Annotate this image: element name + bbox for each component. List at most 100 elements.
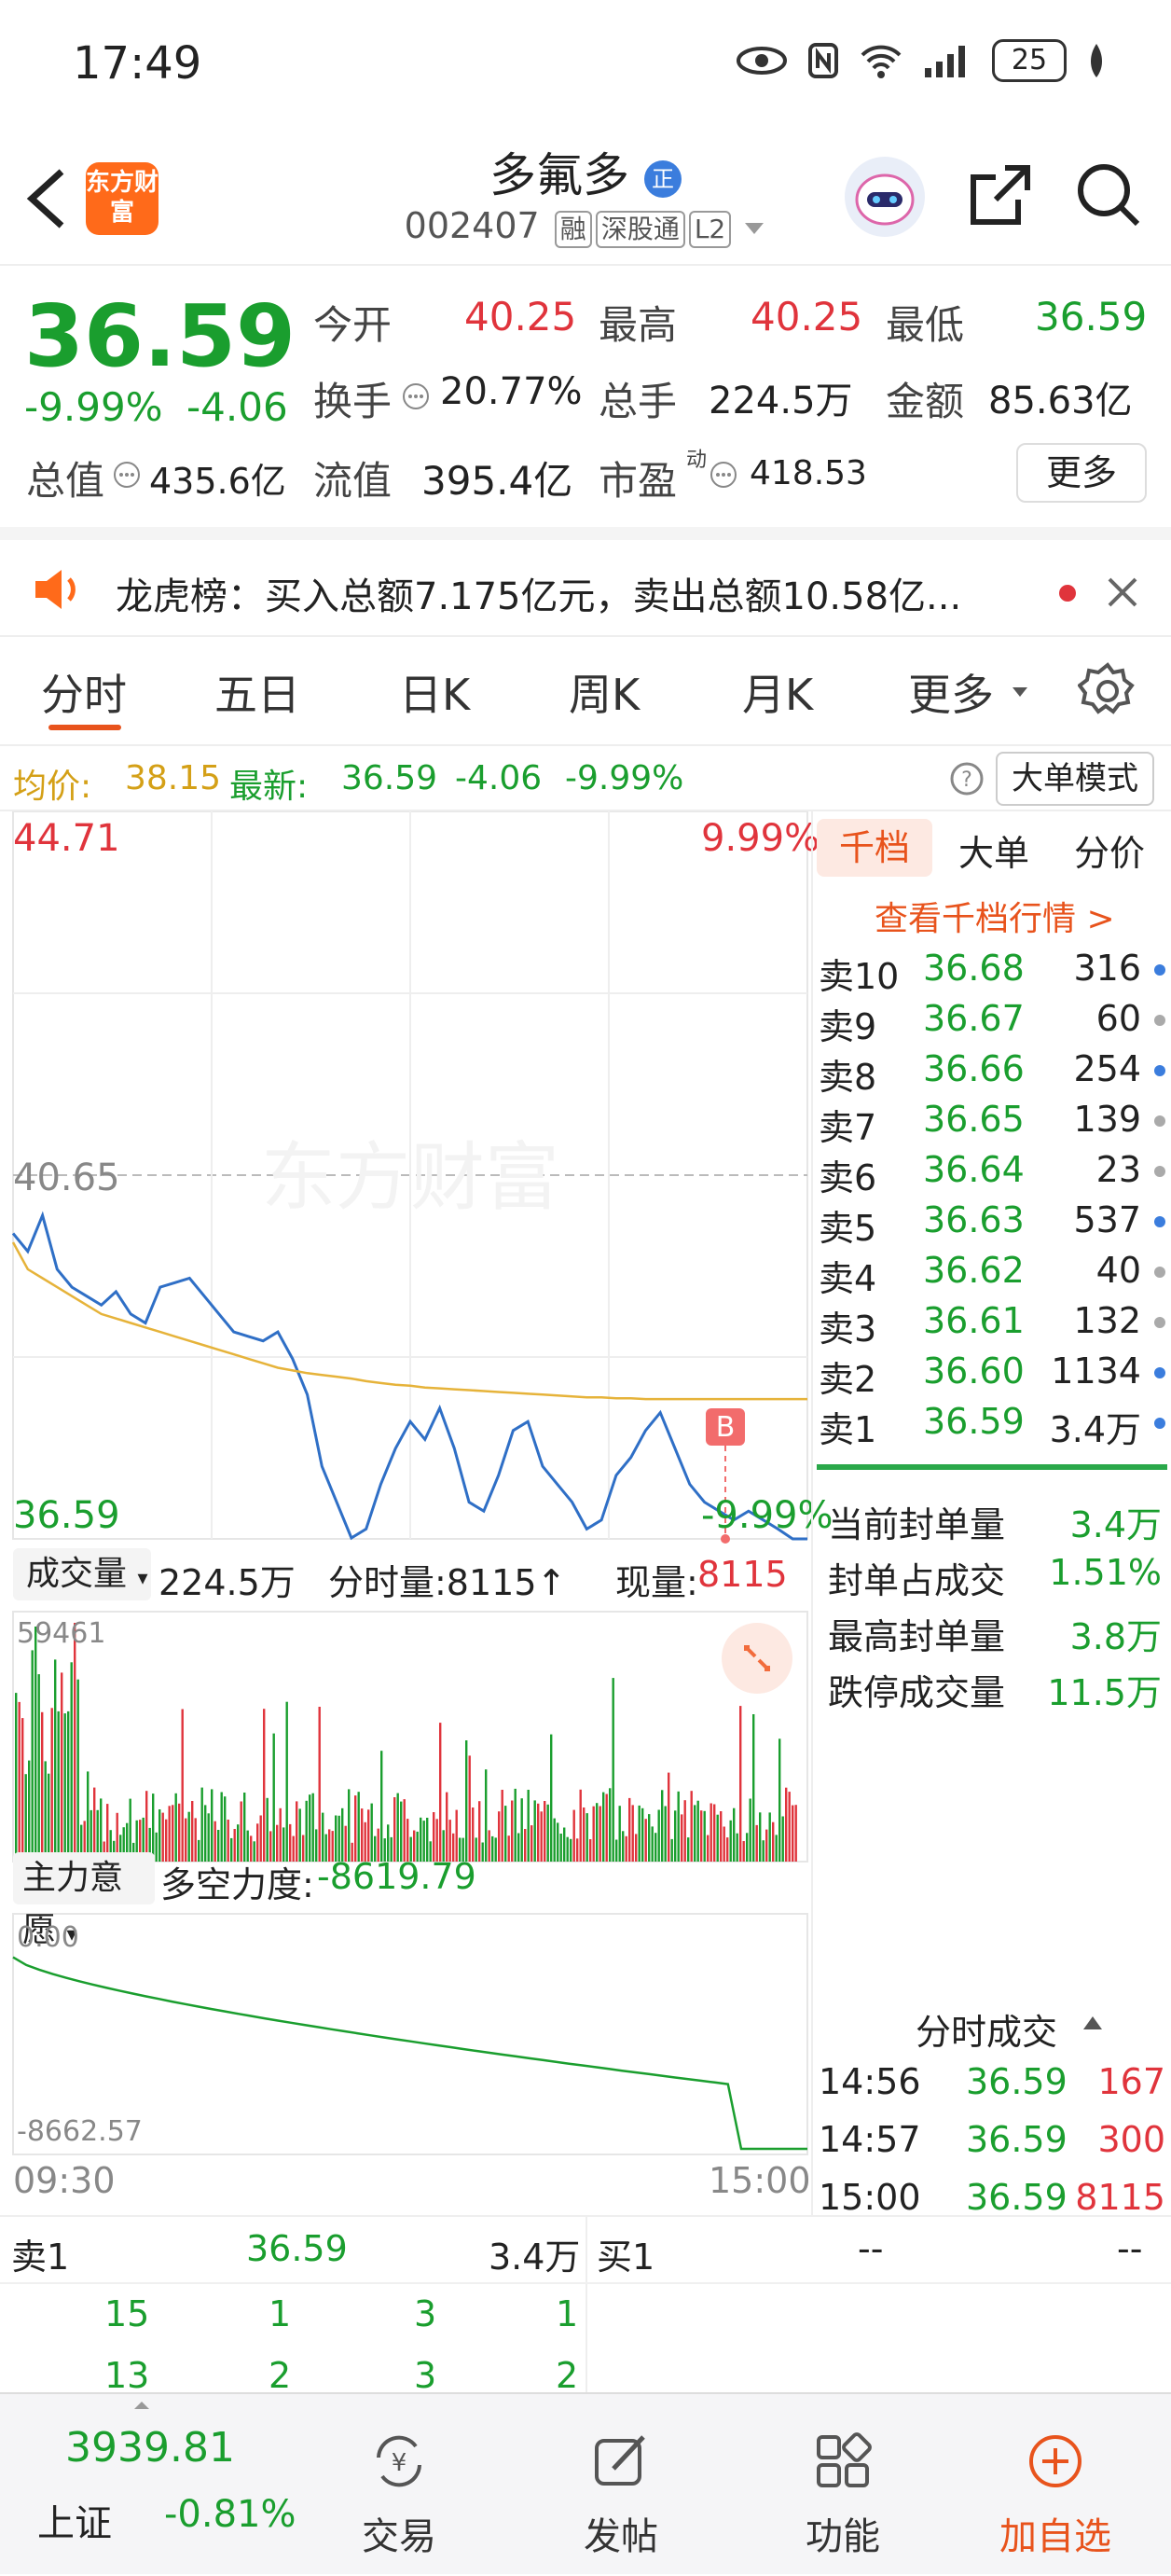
- volume-bar: [31, 1650, 34, 1862]
- ask-row[interactable]: 卖3 36.61 132: [819, 1300, 1165, 1350]
- tab-monthly-k[interactable]: 月K: [742, 661, 813, 723]
- view-levels-link[interactable]: 查看千档行情 >: [875, 892, 1115, 940]
- ask-volume: 23: [1095, 1149, 1141, 1190]
- nav-trade[interactable]: ¥ 交易: [306, 2394, 492, 2576]
- volume-bar: [152, 1794, 155, 1862]
- tick-volume: 8115: [1075, 2177, 1165, 2218]
- volume-bar: [200, 1787, 203, 1862]
- svg-text:?: ?: [961, 769, 972, 792]
- volume-bar: [34, 1627, 37, 1862]
- tab-five-day[interactable]: 五日: [214, 661, 300, 723]
- volume-bar: [566, 1836, 569, 1862]
- ask-row[interactable]: 卖2 36.60 1134: [819, 1350, 1165, 1401]
- tab-daily-k[interactable]: 日K: [399, 661, 470, 723]
- indicator-select[interactable]: 主力意愿 ▾: [13, 1852, 155, 1949]
- ask-price: 36.63: [923, 1199, 1025, 1240]
- volume-bar: [677, 1791, 680, 1862]
- mktcap-label: 总值: [26, 458, 105, 504]
- volume-bar: [537, 1803, 540, 1862]
- volume-bar: [57, 1710, 60, 1862]
- volume-bars: [15, 1623, 797, 1862]
- ask-row[interactable]: 卖1 36.59 3.4万: [819, 1401, 1165, 1451]
- seal-stat-row: 跌停成交量 11.5万: [819, 1664, 1165, 1714]
- info-icon[interactable]: [709, 460, 738, 490]
- tab-price-dist[interactable]: 分价: [1074, 824, 1145, 876]
- trade-icon: ¥: [377, 2435, 421, 2487]
- tick-time: 14:57: [819, 2119, 921, 2160]
- volume-now-label: 现量:: [615, 1562, 698, 1603]
- expand-button[interactable]: [722, 1623, 792, 1694]
- volume-bar: [605, 1794, 608, 1862]
- tab-big-order[interactable]: 大单: [958, 824, 1029, 876]
- volume-indicator-select[interactable]: 成交量 ▾: [13, 1548, 151, 1600]
- chevron-down-icon[interactable]: [742, 220, 766, 237]
- volume-bar: [759, 1812, 762, 1862]
- share-icon[interactable]: [968, 162, 1033, 228]
- volume-bar: [723, 1826, 725, 1862]
- volume-bar: [635, 1834, 638, 1862]
- volume-bar: [243, 1793, 246, 1862]
- search-icon[interactable]: [1074, 160, 1141, 228]
- volume-bar: [589, 1839, 592, 1862]
- volume-bar: [485, 1769, 488, 1862]
- tab-weekly-k[interactable]: 周K: [569, 661, 640, 723]
- y-bottom-price: 36.59: [13, 1494, 120, 1537]
- turnover-value: 20.77%: [440, 370, 583, 413]
- nav-post[interactable]: 发帖: [528, 2394, 714, 2576]
- big-order-mode-button[interactable]: 大单模式: [996, 752, 1154, 806]
- info-icon[interactable]: [401, 381, 431, 411]
- ask-row[interactable]: 卖5 36.63 537: [819, 1199, 1165, 1250]
- limit-down-bar: [817, 1464, 1167, 1470]
- assistant-avatar[interactable]: [845, 157, 925, 237]
- index-ticker[interactable]: 3939.81 上证 -0.81%: [0, 2394, 298, 2576]
- nav-add-watchlist[interactable]: 加自选: [962, 2394, 1149, 2576]
- tab-intraday[interactable]: 分时: [41, 661, 127, 723]
- volume-bar: [393, 1797, 396, 1862]
- ask-row[interactable]: 卖4 36.62 40: [819, 1250, 1165, 1300]
- nav-functions[interactable]: 功能: [750, 2394, 936, 2576]
- volume-bar: [785, 1787, 788, 1862]
- gear-icon[interactable]: [1078, 661, 1137, 721]
- volume-bar: [530, 1825, 533, 1862]
- volume-bar: [641, 1807, 644, 1862]
- ask-row[interactable]: 卖9 36.67 60: [819, 998, 1165, 1048]
- ask-level: 卖6: [819, 1157, 877, 1198]
- volume-bar: [318, 1707, 321, 1862]
- volume-label: 成交量: [26, 1555, 128, 1593]
- caret-up-icon[interactable]: [1081, 2015, 1104, 2031]
- ask-price: 36.62: [923, 1250, 1025, 1291]
- ask-volume: 316: [1073, 948, 1141, 989]
- dragon-tiger-notice[interactable]: 龙虎榜：买入总额7.175亿元，卖出总额10.58亿...: [0, 527, 1171, 637]
- info-icon[interactable]: [112, 460, 142, 490]
- latest-pct: -9.99%: [565, 759, 684, 797]
- close-icon[interactable]: [1106, 575, 1139, 609]
- nav-functions-label: 功能: [806, 2515, 880, 2558]
- status-time: 17:49: [73, 37, 202, 90]
- volume-bar: [194, 1818, 197, 1862]
- help-icon[interactable]: ?: [949, 761, 985, 796]
- ask-price: 36.64: [923, 1149, 1025, 1190]
- chart-canvas[interactable]: 东方财富 B: [0, 811, 811, 2215]
- tab-thousand-level[interactable]: 千档: [817, 819, 932, 877]
- volume-bar: [742, 1841, 745, 1862]
- ask-row[interactable]: 卖8 36.66 254: [819, 1048, 1165, 1099]
- chevron-down-icon[interactable]: [1011, 686, 1029, 699]
- volume-bar: [765, 1829, 768, 1862]
- low-label: 最低: [886, 302, 965, 348]
- ask-row[interactable]: 卖10 36.68 316: [819, 948, 1165, 998]
- intraday-chart[interactable]: 东方财富 B 44.71 9.99% 40.65 36.59 -9.99% 成交…: [0, 811, 833, 2215]
- volume-bar: [696, 1800, 699, 1862]
- stock-header: 东方财富 多氟多 正 002407 融深股通 L2: [0, 131, 1171, 266]
- volume-bar: [775, 1835, 778, 1862]
- queue-cell: 2: [269, 2355, 292, 2396]
- volume-bar: [550, 1734, 553, 1862]
- ticks-title[interactable]: 分时成交: [916, 2003, 1057, 2055]
- volume-bar: [481, 1842, 484, 1862]
- tab-more[interactable]: 更多: [908, 661, 994, 723]
- volume-bar: [420, 1817, 422, 1862]
- ask-row[interactable]: 卖7 36.65 139: [819, 1099, 1165, 1149]
- volume-bar: [726, 1837, 729, 1862]
- more-button[interactable]: 更多: [1016, 443, 1147, 503]
- ask-row[interactable]: 卖6 36.64 23: [819, 1149, 1165, 1199]
- volume-bar: [622, 1831, 625, 1862]
